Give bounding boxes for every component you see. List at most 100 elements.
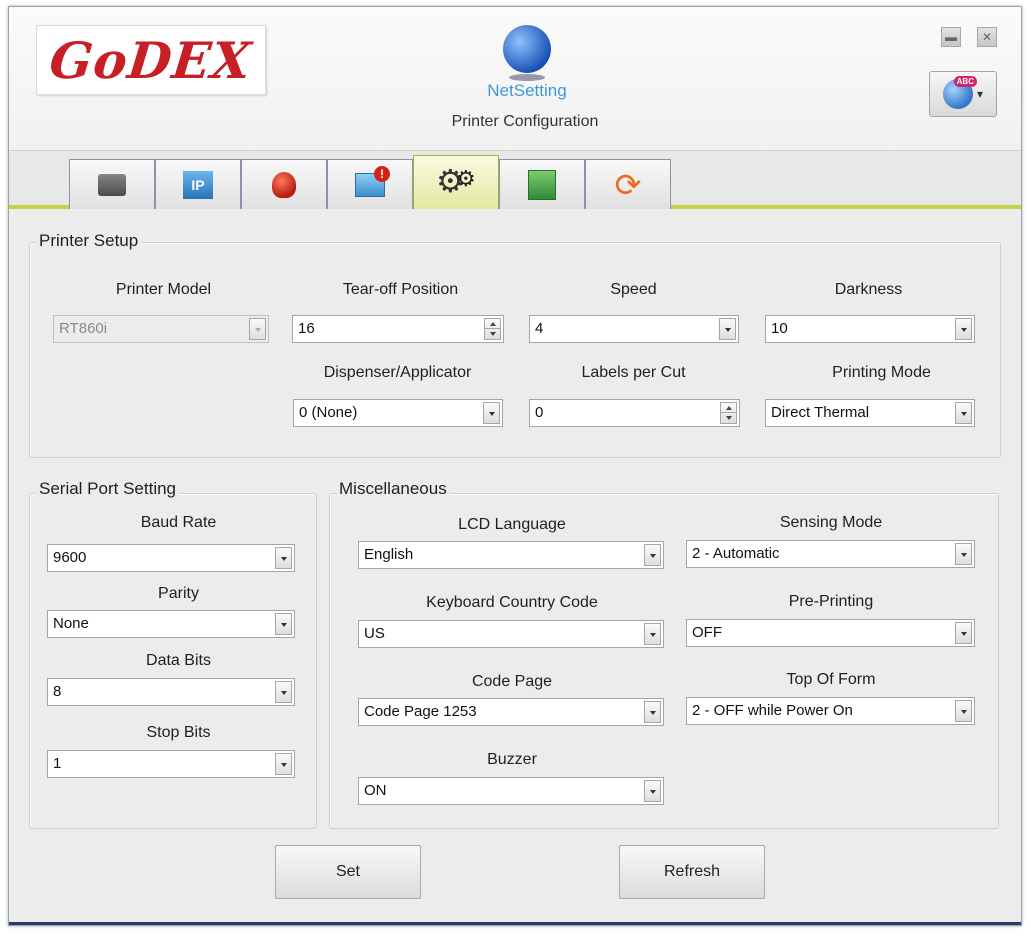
minimize-button[interactable]: ▬ [941,27,961,47]
darkness-label: Darkness [834,281,903,298]
sensing-mode-label: Sensing Mode [779,514,883,531]
data-bits-label: Data Bits [146,652,211,669]
chevron-down-icon[interactable] [275,753,292,775]
globe-icon [503,25,551,81]
chevron-down-icon[interactable] [955,543,972,565]
abc-badge: ABC [953,76,977,87]
lcd-language-value: English [364,546,414,563]
chevron-down-icon[interactable] [719,318,736,340]
printer-model-label: Printer Model [115,281,212,298]
code-page-value: Code Page 1253 [364,703,477,720]
printer-setup-title: Printer Setup [36,231,142,251]
speed-value: 4 [535,320,544,337]
set-button[interactable]: Set [275,845,421,899]
close-button[interactable]: ✕ [977,27,997,47]
alarm-icon [272,171,296,198]
chevron-down-icon[interactable] [644,701,661,723]
tab-sync[interactable]: ⟳ [585,159,671,209]
language-button[interactable]: ABC ▾ [929,71,997,117]
stop-bits-label: Stop Bits [146,724,211,741]
printer-model-value: RT860i [59,320,108,337]
speed-select[interactable]: 4 [529,315,739,343]
buzzer-select[interactable]: ON [358,777,664,805]
pre-printing-select[interactable]: OFF [686,619,975,647]
sensing-mode-value: 2 - Automatic [692,545,780,562]
stop-bits-select[interactable]: 1 [47,750,295,778]
chevron-down-icon [249,318,266,340]
tab-strip: IP ⟳ [9,151,1021,209]
pre-printing-value: OFF [692,624,722,641]
lcd-language-select[interactable]: English [358,541,664,569]
spin-arrows-icon[interactable] [484,318,501,340]
dispenser-label: Dispenser/Applicator [323,364,472,381]
netsetting-logo: NetSetting [477,25,577,105]
chevron-down-icon[interactable] [275,681,292,703]
chevron-down-icon[interactable] [275,547,292,569]
app-window: GoDEX NetSetting Printer Configuration ▬… [8,6,1022,926]
top-of-form-value: 2 - OFF while Power On [692,702,853,719]
baud-rate-label: Baud Rate [140,514,217,531]
top-of-form-label: Top Of Form [786,671,876,688]
printing-mode-select[interactable]: Direct Thermal [765,399,975,427]
tab-email-alert[interactable] [327,159,413,209]
sync-icon: ⟳ [614,166,642,203]
stop-bits-value: 1 [53,755,62,772]
tab-alarm[interactable] [241,159,327,209]
chevron-down-icon[interactable] [955,700,972,722]
tab-configuration[interactable] [413,155,499,209]
spin-arrows-icon[interactable] [720,402,737,424]
labels-per-cut-label: Labels per Cut [581,364,686,381]
chevron-down-icon[interactable] [955,318,972,340]
chevron-down-icon[interactable] [955,622,972,644]
tab-ip-network[interactable]: IP [155,159,241,209]
printer-icon [98,173,126,196]
tearoff-position-label: Tear-off Position [342,281,459,298]
labels-per-cut-stepper[interactable]: 0 [529,399,740,427]
language-globe-icon: ABC [942,76,977,109]
spreadsheet-icon [528,169,556,200]
chevron-down-icon[interactable] [644,623,661,645]
serial-port-title: Serial Port Setting [36,479,180,499]
godex-logo: GoDEX [36,25,266,95]
chevron-down-icon[interactable] [644,544,661,566]
chevron-down-icon[interactable] [483,402,500,424]
ip-network-icon: IP [183,170,213,199]
buzzer-label: Buzzer [487,751,537,768]
email-alert-icon [355,165,390,197]
lcd-language-label: LCD Language [458,516,566,533]
minimize-icon: ▬ [945,30,957,44]
baud-rate-value: 9600 [53,549,87,566]
chevron-down-icon: ▾ [976,87,984,101]
tearoff-position-value: 16 [298,320,315,337]
tearoff-position-stepper[interactable]: 16 [292,315,504,343]
darkness-select[interactable]: 10 [765,315,975,343]
gears-icon [436,162,476,200]
chevron-down-icon[interactable] [644,780,661,802]
tab-printer[interactable] [69,159,155,209]
code-page-select[interactable]: Code Page 1253 [358,698,664,726]
speed-label: Speed [610,281,657,298]
chevron-down-icon[interactable] [275,613,292,635]
dispenser-select[interactable]: 0 (None) [293,399,503,427]
keyboard-country-code-value: US [364,625,385,642]
sensing-mode-select[interactable]: 2 - Automatic [686,540,975,568]
data-bits-select[interactable]: 8 [47,678,295,706]
darkness-value: 10 [771,320,788,337]
keyboard-country-code-select[interactable]: US [358,620,664,648]
pre-printing-label: Pre-Printing [788,593,874,610]
parity-select[interactable]: None [47,610,295,638]
tab-spreadsheet[interactable] [499,159,585,209]
baud-rate-select[interactable]: 9600 [47,544,295,572]
labels-per-cut-value: 0 [535,404,544,421]
miscellaneous-title: Miscellaneous [336,479,450,499]
code-page-label: Code Page [471,673,553,690]
logo-text: GoDEX [47,30,255,90]
header: GoDEX NetSetting Printer Configuration ▬… [9,7,1021,151]
refresh-button[interactable]: Refresh [619,845,765,899]
chevron-down-icon[interactable] [955,402,972,424]
printing-mode-value: Direct Thermal [771,404,870,421]
top-of-form-select[interactable]: 2 - OFF while Power On [686,697,975,725]
printing-mode-label: Printing Mode [832,364,931,381]
dispenser-value: 0 (None) [299,404,358,421]
data-bits-value: 8 [53,683,62,700]
